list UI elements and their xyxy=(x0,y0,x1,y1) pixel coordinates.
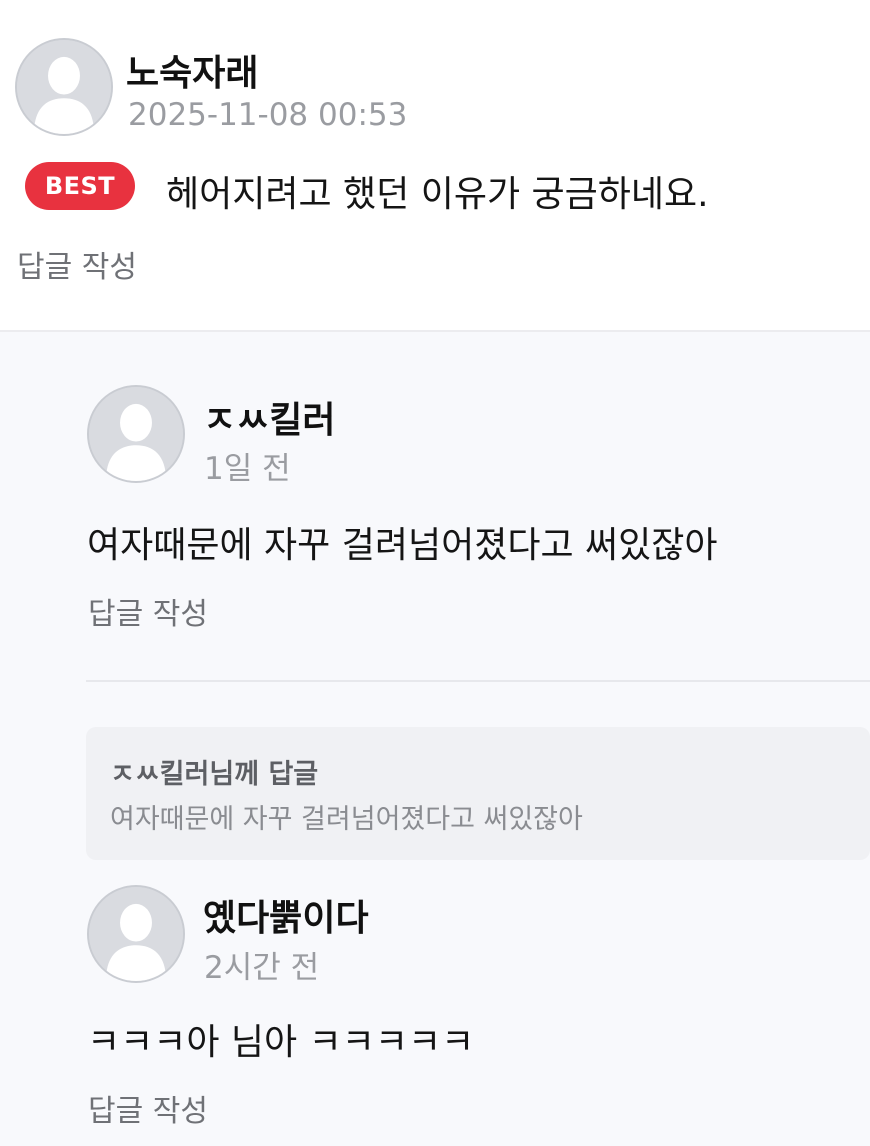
reply-timestamp: 2시간 전 xyxy=(204,950,320,986)
best-badge: BEST xyxy=(25,162,135,210)
default-user-avatar-icon xyxy=(89,887,183,981)
reply-reply-button[interactable]: 답글 작성 xyxy=(88,589,208,633)
reply-reply-button[interactable]: 답글 작성 xyxy=(88,1086,208,1130)
reply-author[interactable]: ㅈㅆ킬러 xyxy=(203,391,335,443)
default-user-avatar-icon xyxy=(17,40,111,134)
comment-author[interactable]: 노숙자래 xyxy=(126,44,258,96)
comment-reply-button[interactable]: 답글 작성 xyxy=(17,242,137,286)
reply-author[interactable]: 옜다뿕이다 xyxy=(203,889,369,941)
quoted-reply-title: ㅈㅆ킬러님께 답글 xyxy=(110,759,319,790)
comment-text: 헤어지려고 했던 이유가 궁금하네요. xyxy=(166,174,709,215)
reply-avatar[interactable] xyxy=(87,385,185,483)
comment-avatar[interactable] xyxy=(15,38,113,136)
reply-text: 여자때문에 자꾸 걸려넘어졌다고 써있잖아 xyxy=(87,525,718,566)
reply-avatar[interactable] xyxy=(87,885,185,983)
reply-timestamp: 1일 전 xyxy=(204,451,291,487)
comment-timestamp: 2025-11-08 00:53 xyxy=(128,97,408,133)
quoted-reply-text: 여자때문에 자꾸 걸려넘어졌다고 써있잖아 xyxy=(110,804,583,835)
reply-divider xyxy=(86,680,870,682)
default-user-avatar-icon xyxy=(89,387,183,481)
reply-text: ㅋㅋㅋ아 님아 ㅋㅋㅋㅋㅋ xyxy=(87,1022,475,1063)
quoted-reply-box xyxy=(86,727,870,860)
